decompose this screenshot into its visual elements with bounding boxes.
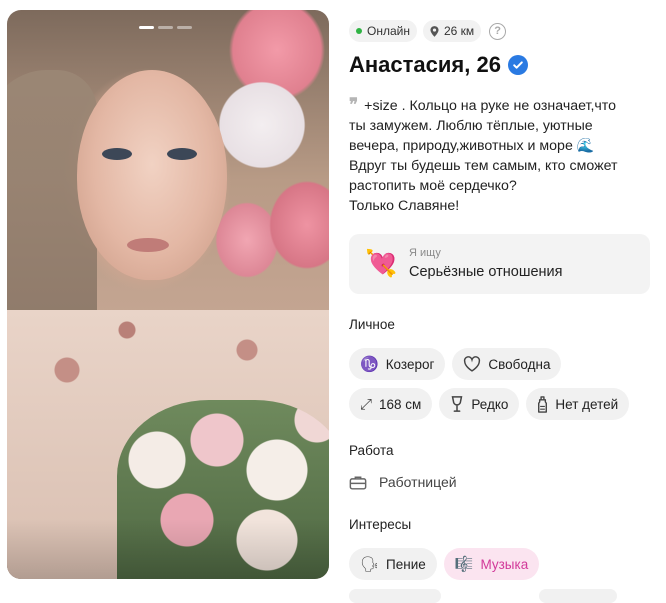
interest-label: Музыка [480, 556, 529, 572]
relationship-label: Свободна [488, 356, 551, 372]
briefcase-icon [349, 476, 367, 490]
location-pin-icon [430, 25, 439, 37]
interests-heading: Интересы [349, 517, 412, 532]
heart-outline-icon [464, 356, 481, 372]
interest-chip-partial [539, 589, 617, 603]
photo-lips [127, 238, 169, 252]
verified-check-icon [507, 55, 528, 75]
personal-row-1: ♑ Козерог Свободна [349, 348, 562, 380]
photo-page-indicator-active[interactable] [139, 26, 154, 29]
music-notes-icon: 🎼 [454, 555, 474, 573]
wine-glass-icon [451, 396, 463, 412]
status-chips: Онлайн 26 км ? [349, 20, 507, 42]
online-label: Онлайн [367, 24, 410, 38]
interests-row: 🗣 Пение 🎼 Музыка [349, 548, 540, 580]
seeking-card: 💘 Я ищу Серьёзные отношения [349, 234, 650, 294]
quote-icon: ❞ [349, 95, 359, 115]
capricorn-icon: ♑ [360, 355, 379, 373]
bio-text: +size . Кольцо на руке не означает,что т… [349, 98, 618, 214]
height-label: 168 см [379, 396, 422, 412]
seeking-label: Я ищу [409, 247, 441, 259]
profile-name: Анастасия, 26 [349, 52, 528, 78]
zodiac-chip: ♑ Козерог [349, 348, 446, 380]
photo-pagination [139, 26, 192, 29]
interest-chip-partial [349, 589, 441, 603]
height-chip: ⤢ 168 см [349, 388, 433, 420]
personal-heading: Личное [349, 317, 395, 332]
speaking-head-icon: 🗣 [360, 555, 380, 573]
online-badge: Онлайн [349, 20, 417, 42]
baby-bottle-icon [538, 395, 548, 413]
interest-chip-music: 🎼 Музыка [443, 548, 540, 580]
children-label: Нет детей [555, 396, 619, 412]
interest-label: Пение [386, 556, 426, 572]
drinking-label: Редко [471, 396, 509, 412]
profile-photo[interactable] [7, 10, 329, 579]
resize-arrows-icon: ⤢ [360, 395, 373, 413]
photo-page-indicator[interactable] [158, 26, 173, 29]
photo-eye-left [102, 148, 132, 160]
relationship-chip: Свободна [452, 348, 562, 380]
children-chip: Нет детей [526, 388, 630, 420]
photo-eye-right [167, 148, 197, 160]
work-item: Работницей [349, 474, 457, 490]
photo-page-indicator[interactable] [177, 26, 192, 29]
heart-arrow-icon: 💘 [365, 248, 398, 278]
seeking-value: Серьёзные отношения [409, 264, 563, 280]
work-heading: Работа [349, 443, 394, 458]
profile-bio: ❞ +size . Кольцо на руке не означает,что … [349, 95, 654, 216]
online-dot-icon [356, 28, 362, 34]
interest-chip-singing: 🗣 Пение [349, 548, 437, 580]
personal-row-2: ⤢ 168 см Редко Нет детей [349, 388, 630, 420]
help-icon[interactable]: ? [489, 22, 507, 40]
distance-badge: 26 км [422, 20, 482, 42]
drinking-chip: Редко [439, 388, 520, 420]
distance-label: 26 км [443, 24, 475, 38]
photo-shade [7, 519, 329, 579]
zodiac-label: Козерог [385, 356, 435, 372]
name-age-text: Анастасия, 26 [349, 52, 501, 77]
work-label: Работницей [379, 474, 457, 490]
